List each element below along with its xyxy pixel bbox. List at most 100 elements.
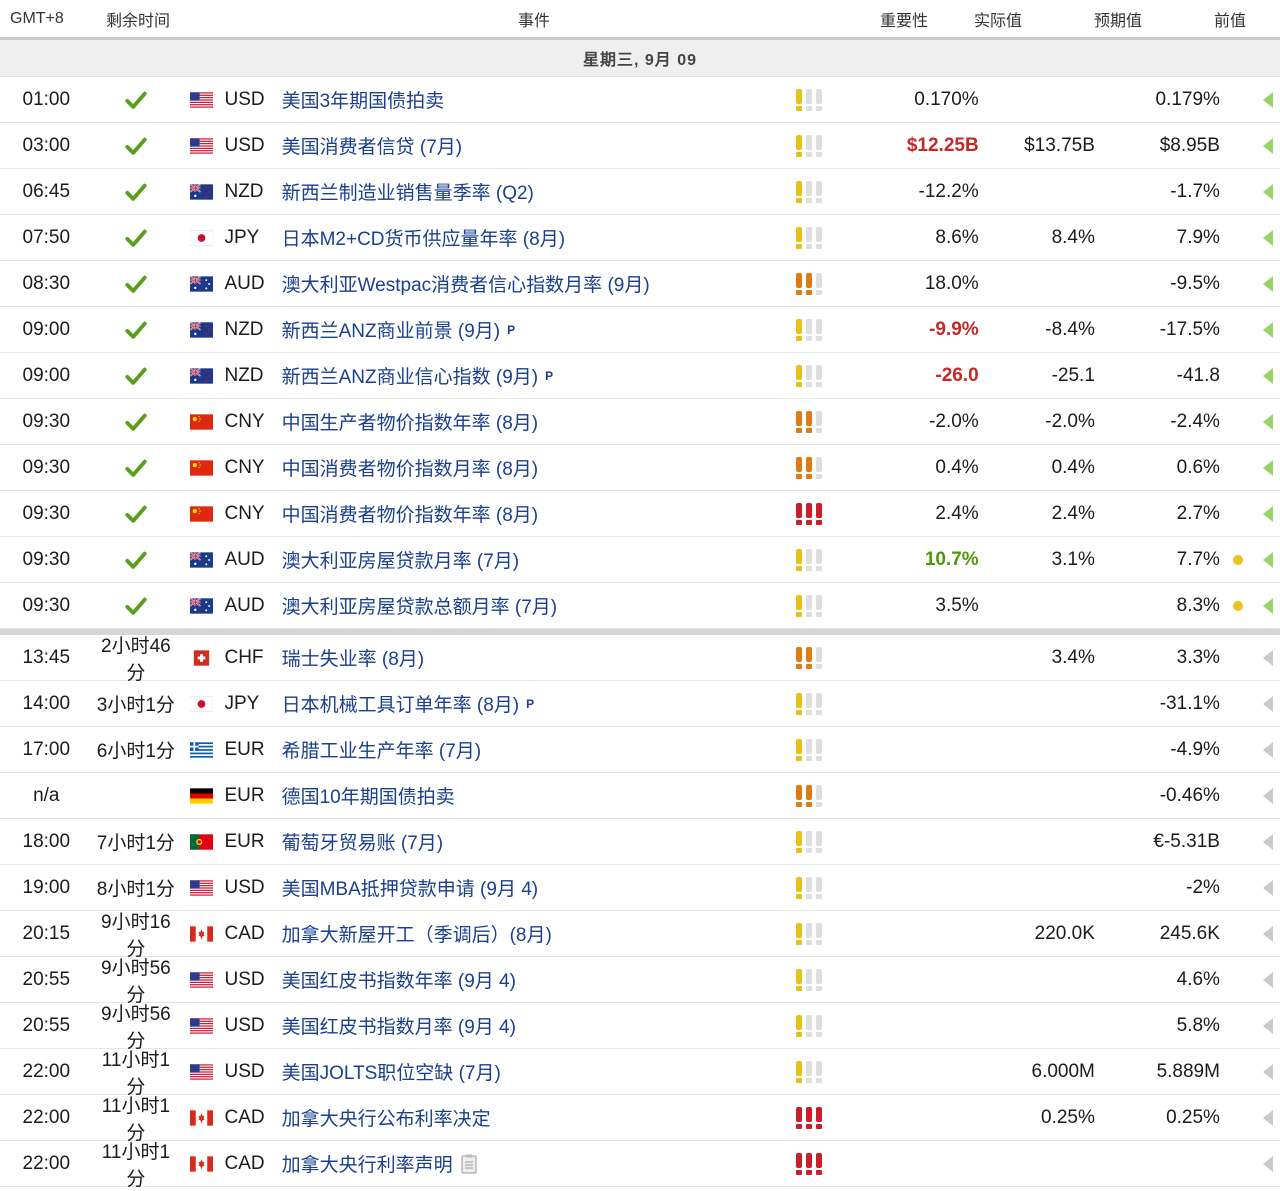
event-name[interactable]: 新西兰ANZ商业前景 (9月) — [282, 316, 501, 343]
event-link[interactable]: 美国JOLTS职位空缺 (7月) — [282, 1058, 774, 1085]
event-link[interactable]: 加拿大央行公布利率决定 — [282, 1104, 774, 1131]
event-name[interactable]: 日本机械工具订单年率 (8月) — [282, 690, 520, 717]
event-link[interactable]: 美国红皮书指数月率 (9月 4) — [282, 1012, 774, 1039]
header-timezone[interactable]: GMT+8 — [0, 10, 94, 28]
event-name[interactable]: 中国消费者物价指数月率 (8月) — [282, 454, 539, 481]
event-link[interactable]: 中国消费者物价指数月率 (8月) — [282, 454, 774, 481]
event-name[interactable]: 中国生产者物价指数年率 (8月) — [282, 408, 539, 435]
triangle-left-icon[interactable] — [1262, 741, 1273, 758]
triangle-left-icon[interactable] — [1262, 925, 1273, 942]
event-link[interactable]: 日本机械工具订单年率 (8月) P — [282, 690, 774, 717]
table-row[interactable]: 09:00 NZD 新西兰ANZ商业前景 (9月) P -9.9% -8.4% -17.5… — [0, 307, 1280, 353]
table-row[interactable]: 20:55 9小时56分 USD 美国红皮书指数年率 (9月 4) 4.6% — [0, 957, 1280, 1006]
table-row[interactable]: 22:00 11小时1分 CAD 加拿大央行利率声明 — [0, 1141, 1280, 1190]
event-name[interactable]: 美国MBA抵押贷款申请 (9月 4) — [282, 874, 539, 901]
event-link[interactable]: 新西兰ANZ商业前景 (9月) P — [282, 316, 774, 343]
event-name[interactable]: 瑞士失业率 (8月) — [282, 644, 425, 671]
event-name[interactable]: 澳大利亚房屋贷款月率 (7月) — [282, 546, 520, 573]
preliminary-tag[interactable]: P — [526, 697, 534, 711]
event-link[interactable]: 加拿大央行利率声明 — [282, 1150, 774, 1177]
triangle-left-icon[interactable] — [1262, 971, 1273, 988]
table-row[interactable]: 19:00 8小时1分 USD 美国MBA抵押贷款申请 (9月 4) -2% — [0, 865, 1280, 911]
triangle-left-icon[interactable] — [1262, 1109, 1273, 1126]
event-name[interactable]: 美国3年期国债拍卖 — [282, 86, 445, 113]
event-link[interactable]: 美国MBA抵押贷款申请 (9月 4) — [282, 874, 774, 901]
event-name[interactable]: 德国10年期国债拍卖 — [282, 782, 455, 809]
triangle-left-icon[interactable] — [1262, 505, 1273, 522]
event-link[interactable]: 澳大利亚房屋贷款总额月率 (7月) — [282, 592, 774, 619]
event-link[interactable]: 美国3年期国债拍卖 — [282, 86, 774, 113]
expand-arrow-icon[interactable] — [1255, 551, 1280, 568]
expand-arrow-icon[interactable] — [1255, 597, 1280, 614]
event-name[interactable]: 美国红皮书指数年率 (9月 4) — [282, 966, 516, 993]
event-link[interactable]: 美国消费者信贷 (7月) — [282, 132, 774, 159]
triangle-left-icon[interactable] — [1262, 597, 1273, 614]
expand-arrow-icon[interactable] — [1255, 1155, 1280, 1172]
event-name[interactable]: 加拿大新屋开工（季调后）(8月) — [282, 920, 552, 947]
triangle-left-icon[interactable] — [1262, 833, 1273, 850]
event-link[interactable]: 日本M2+CD货币供应量年率 (8月) — [282, 224, 774, 251]
table-row[interactable]: 22:00 11小时1分 USD 美国JOLTS职位空缺 (7月) 6.000M 5.88… — [0, 1049, 1280, 1098]
expand-arrow-icon[interactable] — [1255, 1109, 1280, 1126]
event-link[interactable]: 希腊工业生产年率 (7月) — [282, 736, 774, 763]
table-row[interactable]: 09:30 CNY 中国生产者物价指数年率 (8月) -2.0% -2.0% -2.4% — [0, 399, 1280, 445]
triangle-left-icon[interactable] — [1262, 91, 1273, 108]
table-row[interactable]: 06:45 NZD 新西兰制造业销售量季率 (Q2) -12.2% -1.7% — [0, 169, 1280, 215]
table-row[interactable]: 22:00 11小时1分 CAD 加拿大央行公布利率决定 0.25% 0.25% — [0, 1095, 1280, 1144]
triangle-left-icon[interactable] — [1262, 413, 1273, 430]
expand-arrow-icon[interactable] — [1255, 321, 1280, 338]
expand-arrow-icon[interactable] — [1255, 787, 1280, 804]
event-name[interactable]: 美国红皮书指数月率 (9月 4) — [282, 1012, 516, 1039]
document-icon[interactable] — [461, 1154, 477, 1174]
triangle-left-icon[interactable] — [1262, 275, 1273, 292]
expand-arrow-icon[interactable] — [1255, 505, 1280, 522]
event-link[interactable]: 加拿大新屋开工（季调后）(8月) — [282, 920, 774, 947]
expand-arrow-icon[interactable] — [1255, 833, 1280, 850]
expand-arrow-icon[interactable] — [1255, 137, 1280, 154]
table-row[interactable]: 09:30 AUD 澳大利亚房屋贷款总额月率 (7月) 3.5% 8.3% — [0, 583, 1280, 629]
event-name[interactable]: 加拿大央行利率声明 — [282, 1150, 453, 1177]
expand-arrow-icon[interactable] — [1255, 275, 1280, 292]
expand-arrow-icon[interactable] — [1255, 649, 1280, 666]
table-row[interactable]: 17:00 6小时1分 EUR 希腊工业生产年率 (7月) -4.9% — [0, 727, 1280, 773]
event-name[interactable]: 澳大利亚Westpac消费者信心指数月率 (9月) — [282, 270, 650, 297]
event-name[interactable]: 葡萄牙贸易账 (7月) — [282, 828, 444, 855]
triangle-left-icon[interactable] — [1262, 551, 1273, 568]
triangle-left-icon[interactable] — [1262, 183, 1273, 200]
event-name[interactable]: 新西兰ANZ商业信心指数 (9月) — [282, 362, 539, 389]
event-link[interactable]: 美国红皮书指数年率 (9月 4) — [282, 966, 774, 993]
table-row[interactable]: 14:00 3小时1分 JPY 日本机械工具订单年率 (8月) P -31.1% — [0, 681, 1280, 727]
expand-arrow-icon[interactable] — [1255, 413, 1280, 430]
table-row[interactable]: 09:00 NZD 新西兰ANZ商业信心指数 (9月) P -26.0 -25.1 -41… — [0, 353, 1280, 399]
expand-arrow-icon[interactable] — [1255, 971, 1280, 988]
expand-arrow-icon[interactable] — [1255, 741, 1280, 758]
triangle-left-icon[interactable] — [1262, 649, 1273, 666]
table-row[interactable]: 07:50 JPY 日本M2+CD货币供应量年率 (8月) 8.6% 8.4% 7.9% — [0, 215, 1280, 261]
event-name[interactable]: 日本M2+CD货币供应量年率 (8月) — [282, 224, 565, 251]
event-name[interactable]: 中国消费者物价指数年率 (8月) — [282, 500, 539, 527]
triangle-left-icon[interactable] — [1262, 229, 1273, 246]
expand-arrow-icon[interactable] — [1255, 695, 1280, 712]
table-row[interactable]: 20:55 9小时56分 USD 美国红皮书指数月率 (9月 4) 5.8% — [0, 1003, 1280, 1052]
expand-arrow-icon[interactable] — [1255, 879, 1280, 896]
table-row[interactable]: 08:30 AUD 澳大利亚Westpac消费者信心指数月率 (9月) 18.0% -… — [0, 261, 1280, 307]
expand-arrow-icon[interactable] — [1255, 229, 1280, 246]
event-link[interactable]: 澳大利亚房屋贷款月率 (7月) — [282, 546, 774, 573]
expand-arrow-icon[interactable] — [1255, 91, 1280, 108]
event-link[interactable]: 葡萄牙贸易账 (7月) — [282, 828, 774, 855]
table-row[interactable]: 09:30 AUD 澳大利亚房屋贷款月率 (7月) 10.7% 3.1% 7.7% — [0, 537, 1280, 583]
expand-arrow-icon[interactable] — [1255, 925, 1280, 942]
triangle-left-icon[interactable] — [1262, 695, 1273, 712]
preliminary-tag[interactable]: P — [545, 369, 553, 383]
table-row[interactable]: 18:00 7小时1分 EUR 葡萄牙贸易账 (7月) €-5.31B — [0, 819, 1280, 865]
triangle-left-icon[interactable] — [1262, 137, 1273, 154]
event-name[interactable]: 希腊工业生产年率 (7月) — [282, 736, 482, 763]
event-link[interactable]: 中国消费者物价指数年率 (8月) — [282, 500, 774, 527]
table-row[interactable]: 13:45 2小时46分 CHF 瑞士失业率 (8月) 3.4% 3.3% — [0, 635, 1280, 684]
event-name[interactable]: 澳大利亚房屋贷款总额月率 (7月) — [282, 592, 558, 619]
expand-arrow-icon[interactable] — [1255, 1017, 1280, 1034]
preliminary-tag[interactable]: P — [507, 323, 515, 337]
event-link[interactable]: 新西兰ANZ商业信心指数 (9月) P — [282, 362, 774, 389]
triangle-left-icon[interactable] — [1262, 321, 1273, 338]
table-row[interactable]: 03:00 USD 美国消费者信贷 (7月) $12.25B $13.75B $8.95B — [0, 123, 1280, 169]
